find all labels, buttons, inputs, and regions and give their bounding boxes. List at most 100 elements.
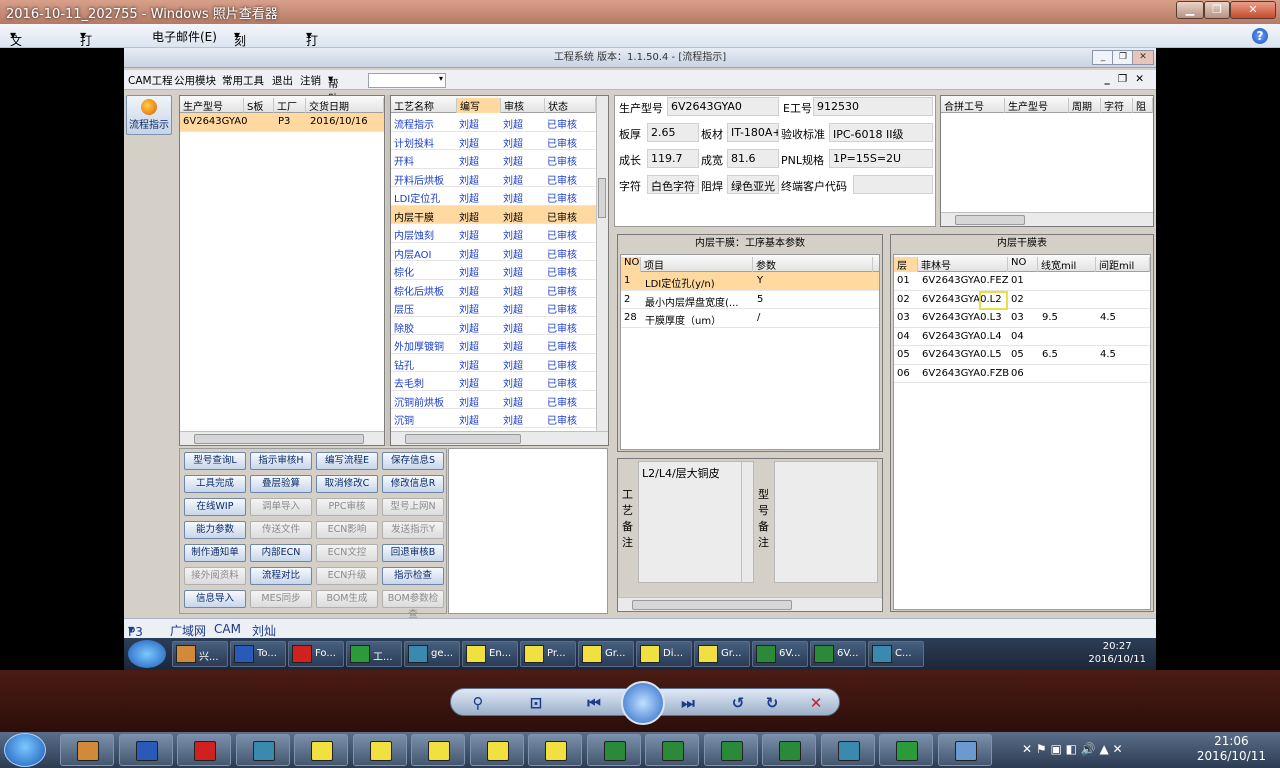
client-code-field[interactable] xyxy=(853,175,933,194)
menu-combo-box[interactable]: ▾ xyxy=(368,73,446,88)
table-row[interactable]: 02 6V2643GYA0.L2 02 xyxy=(894,291,1150,309)
menu-open[interactable]: 打开(O) ▾ xyxy=(306,28,325,80)
action-button[interactable]: 取消修改C xyxy=(316,475,378,493)
next-icon[interactable]: ⏭ xyxy=(679,694,697,712)
menu-email[interactable]: 电子邮件(E) xyxy=(152,28,217,45)
app-minimize-button[interactable]: _ xyxy=(1092,50,1114,65)
table-row[interactable]: 棕化 刘超 刘超 已审核 xyxy=(391,261,596,280)
maximize-button[interactable]: ❐ xyxy=(1204,1,1230,19)
taskbar-item[interactable]: 6V... xyxy=(810,641,866,667)
table-row[interactable]: 去毛刺 刘超 刘超 已审核 xyxy=(391,372,596,391)
taskbar-item[interactable]: To... xyxy=(230,641,286,667)
action-button[interactable]: BOM参数检查 xyxy=(382,590,444,620)
taskbar-app-button[interactable] xyxy=(528,734,582,766)
remark-vscroll[interactable] xyxy=(741,462,753,582)
action-button[interactable]: 接外阅资料 xyxy=(184,567,246,585)
app-close-button[interactable]: ✕ xyxy=(1132,50,1154,65)
action-button[interactable]: 调单导入 xyxy=(250,498,312,516)
taskbar-item[interactable]: 6V... xyxy=(752,641,808,667)
close-button[interactable]: ✕ xyxy=(1230,1,1276,19)
fit-icon[interactable]: ⊡ xyxy=(527,694,545,712)
table-row[interactable]: 28 干膜厚度（um） / xyxy=(621,309,879,328)
table-row[interactable]: 6V2643GYA0 P3 2016/10/16 xyxy=(180,113,384,132)
table-row[interactable]: 内层干膜 刘超 刘超 已审核 xyxy=(391,205,596,224)
app-restore-button[interactable]: ❐ xyxy=(1112,50,1134,65)
action-button[interactable]: 能力参数 xyxy=(184,521,246,539)
action-button[interactable]: 回退审核B xyxy=(382,544,444,562)
inner-start-button[interactable] xyxy=(128,640,166,668)
action-button[interactable]: 工具完成 xyxy=(184,475,246,493)
taskbar-app-button[interactable] xyxy=(60,734,114,766)
table-row[interactable]: 2 最小内层焊盘宽度(... 5 xyxy=(621,291,879,309)
accept-standard-field[interactable]: IPC-6018 II级 xyxy=(829,123,933,142)
taskbar-app-button[interactable] xyxy=(411,734,465,766)
factory-selector[interactable]: P3 ▾ xyxy=(128,622,143,639)
taskbar-app-button[interactable] xyxy=(879,734,933,766)
table-row[interactable]: 钻孔 刘超 刘超 已审核 xyxy=(391,354,596,372)
taskbar-app-button[interactable] xyxy=(294,734,348,766)
length-field[interactable]: 119.7 xyxy=(647,149,699,168)
action-button[interactable]: MES同步 xyxy=(250,590,312,608)
e-number-field[interactable]: 912530 xyxy=(813,97,933,116)
taskbar-app-button[interactable] xyxy=(645,734,699,766)
menu-burn[interactable]: 刻录(U) ▾ xyxy=(234,28,252,80)
action-button[interactable]: 修改信息R xyxy=(382,475,444,493)
menu-cam[interactable]: CAM工程 xyxy=(128,73,173,88)
process-grid-hscroll[interactable] xyxy=(391,431,608,445)
taskbar-app-button[interactable] xyxy=(703,734,758,766)
taskbar-app-button[interactable] xyxy=(352,734,407,766)
taskbar-item[interactable]: Gr... xyxy=(694,641,750,667)
table-row[interactable]: 除胶 刘超 刘超 已审核 xyxy=(391,317,596,335)
taskbar-app-button[interactable] xyxy=(586,734,641,766)
menu-file[interactable]: 文件(F) ▾ xyxy=(10,28,26,80)
taskbar-app-button[interactable] xyxy=(762,734,816,766)
action-button[interactable]: PPC审核 xyxy=(316,498,378,516)
taskbar-app-button[interactable] xyxy=(469,734,524,766)
taskbar-item[interactable]: ge... xyxy=(404,641,460,667)
previous-icon[interactable]: ⏮ xyxy=(585,694,603,712)
table-row[interactable]: LDI定位孔 刘超 刘超 已审核 xyxy=(391,187,596,206)
table-row[interactable]: 层压 刘超 刘超 已审核 xyxy=(391,298,596,317)
taskbar-item[interactable]: Gr... xyxy=(578,641,634,667)
taskbar-item[interactable]: 工... xyxy=(346,641,402,667)
menu-help[interactable]: 帮助 ▾ xyxy=(328,73,339,105)
rotate-left-icon[interactable]: ↺ xyxy=(729,694,747,712)
action-button[interactable]: ECN文控 xyxy=(316,544,378,562)
action-button[interactable]: BOM生成 xyxy=(316,590,378,608)
action-button[interactable]: 保存信息S xyxy=(382,452,444,470)
delete-icon[interactable]: ✕ xyxy=(807,694,825,712)
action-button[interactable]: 叠层验算 xyxy=(250,475,312,493)
help-icon[interactable]: ? xyxy=(1252,28,1268,44)
table-row[interactable]: 内层AOI 刘超 刘超 已审核 xyxy=(391,243,596,261)
table-row[interactable]: 内层蚀刻 刘超 刘超 已审核 xyxy=(391,224,596,243)
taskbar-app-button[interactable] xyxy=(118,734,173,766)
table-row[interactable]: 开料后烘板 刘超 刘超 已审核 xyxy=(391,169,596,187)
taskbar-item[interactable]: 兴... xyxy=(172,641,228,667)
merge-grid-hscroll[interactable] xyxy=(941,212,1153,226)
table-row[interactable]: 03 6V2643GYA0.L3 03 9.5 4.5 xyxy=(894,309,1150,328)
table-row[interactable]: 棕化后烘板 刘超 刘超 已审核 xyxy=(391,280,596,298)
taskbar-app-button[interactable] xyxy=(820,734,875,766)
taskbar-item[interactable]: Fo... xyxy=(288,641,344,667)
table-row[interactable]: 1 LDI定位孔(y/n) Y xyxy=(621,272,879,291)
action-button[interactable]: 在线WIP xyxy=(184,498,246,516)
start-button[interactable] xyxy=(4,733,46,767)
table-row[interactable]: 计划投料 刘超 刘超 已审核 xyxy=(391,132,596,150)
taskbar-app-button[interactable] xyxy=(937,734,992,766)
action-button[interactable]: 型号上网N xyxy=(382,498,444,516)
mdi-controls[interactable]: _❐✕ xyxy=(1105,73,1152,85)
width-field[interactable]: 81.6 xyxy=(727,149,779,168)
action-button[interactable]: 信息导入 xyxy=(184,590,246,608)
action-button[interactable]: 流程对比 xyxy=(250,567,312,585)
rotate-right-icon[interactable]: ↻ xyxy=(763,694,781,712)
taskbar-item[interactable]: Di... xyxy=(636,641,692,667)
tray-icons[interactable]: ✕ ⚑ ▣ ◧ 🔊 ▲ ✕ xyxy=(1022,742,1123,756)
menu-logout[interactable]: 注销 xyxy=(300,73,321,88)
menu-print[interactable]: 打印(P) ▾ xyxy=(80,28,97,80)
action-button[interactable]: 指示检查 xyxy=(382,567,444,585)
menu-exit[interactable]: 退出 xyxy=(272,73,293,88)
action-button[interactable]: 型号查询L xyxy=(184,452,246,470)
action-button[interactable]: 传送文件 xyxy=(250,521,312,539)
model-remark-field[interactable] xyxy=(774,461,878,583)
minimize-button[interactable]: ▁ xyxy=(1176,1,1204,19)
